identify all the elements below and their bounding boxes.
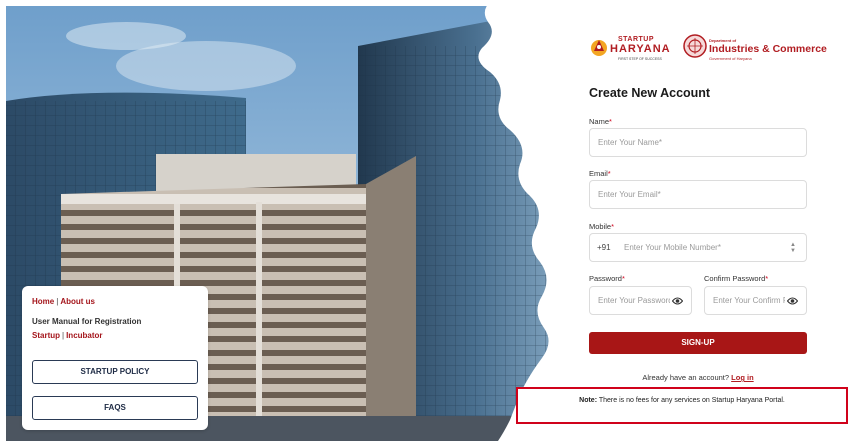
startup-logo-main: HARYANA [610, 43, 671, 55]
signup-button[interactable]: SIGN-UP [589, 332, 807, 354]
email-field[interactable] [589, 180, 807, 209]
mobile-label-text: Mobile [589, 222, 612, 231]
startup-policy-button[interactable]: STARTUP POLICY [32, 360, 198, 384]
home-link[interactable]: Home [32, 297, 54, 306]
user-manual-heading: User Manual for Registration [32, 317, 142, 326]
country-code: +91 [597, 243, 611, 252]
confirm-password-field[interactable] [704, 286, 807, 315]
email-label: Email* [589, 169, 611, 178]
login-link[interactable]: Log in [731, 373, 754, 382]
name-label: Name* [589, 117, 612, 126]
startup-manual-link[interactable]: Startup [32, 331, 60, 340]
required-mark: * [607, 169, 611, 178]
info-nav-links: Home | About us [32, 296, 198, 307]
page-title: Create New Account [589, 86, 711, 100]
manual-links: Startup | Incubator [32, 330, 198, 341]
mobile-label: Mobile* [589, 222, 614, 231]
dept-sub-text: Government of Haryana [709, 56, 752, 61]
eye-icon[interactable] [787, 297, 798, 305]
confirm-password-input[interactable] [705, 287, 785, 314]
torn-edge-decoration [478, 0, 570, 441]
name-label-text: Name [589, 117, 610, 126]
header-logos: STARTUP HARYANA FIRST STEP OF SUCCESS De… [588, 30, 827, 66]
name-input[interactable] [590, 129, 806, 156]
number-spinner-icon[interactable]: ▲ ▼ [790, 242, 796, 254]
industries-commerce-logo: Department of Industries & Commerce Gove… [683, 30, 827, 64]
startup-logo-top: STARTUP [618, 36, 655, 43]
name-field[interactable] [589, 128, 807, 157]
note-label: Note: [579, 397, 598, 404]
startup-logo-tag: FIRST STEP OF SUCCESS [618, 57, 662, 61]
confirm-password-label-text: Confirm Password [704, 274, 766, 283]
email-label-text: Email [589, 169, 608, 178]
required-mark: * [621, 274, 625, 283]
haryana-emblem-icon [683, 34, 707, 58]
password-label: Password* [589, 274, 625, 283]
about-us-link[interactable]: About us [60, 297, 95, 306]
incubator-manual-link[interactable]: Incubator [66, 331, 102, 340]
required-mark: * [611, 222, 615, 231]
rocket-icon [591, 40, 607, 56]
dept-main-text: Industries & Commerce [709, 43, 827, 55]
fees-note: Note: There is no fees for any services … [516, 387, 848, 424]
password-input[interactable] [590, 287, 670, 314]
note-text: There is no fees for any services on Sta… [598, 397, 785, 404]
email-input[interactable] [590, 181, 806, 208]
startup-haryana-logo: STARTUP HARYANA FIRST STEP OF SUCCESS [588, 32, 680, 62]
quick-links-card: Home | About us User Manual for Registrati… [22, 286, 208, 430]
eye-icon[interactable] [672, 297, 683, 305]
mobile-field[interactable]: +91 ▲▼ [589, 233, 807, 262]
confirm-password-label: Confirm Password* [704, 274, 768, 283]
required-mark: * [765, 274, 769, 283]
password-label-text: Password [589, 274, 622, 283]
required-mark: * [609, 117, 612, 126]
faqs-button[interactable]: FAQS [32, 396, 198, 420]
mobile-input[interactable] [616, 234, 786, 261]
already-account-text: Already have an account? [642, 373, 730, 382]
password-field[interactable] [589, 286, 692, 315]
login-prompt: Already have an account? Log in [589, 373, 807, 382]
